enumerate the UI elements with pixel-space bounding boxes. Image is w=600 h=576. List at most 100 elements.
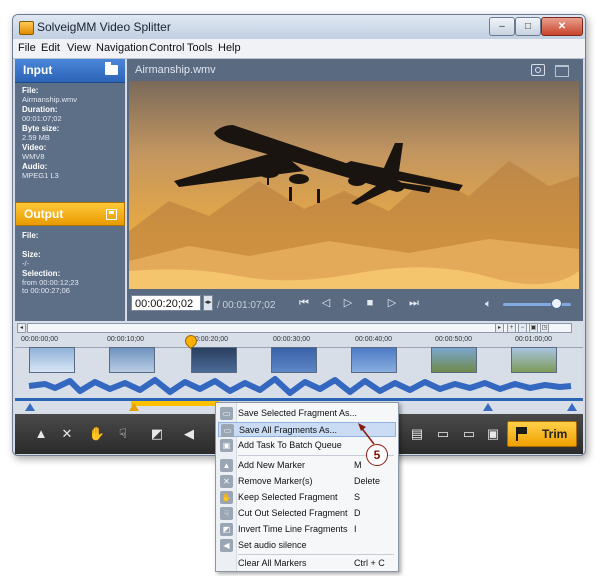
tick-label: 00:01:00;00 bbox=[515, 336, 552, 343]
thumbnail bbox=[191, 347, 237, 373]
timecode-spinner[interactable]: ◂▸ bbox=[203, 295, 213, 311]
remove-marker-icon[interactable]: ✕ bbox=[57, 424, 77, 444]
timeline-scroll-right[interactable]: ▸ bbox=[495, 323, 504, 333]
next-fragment-icon[interactable]: ⏭ bbox=[407, 297, 421, 309]
tick-label: 00:00:40;00 bbox=[355, 336, 392, 343]
timeline-scroll-left[interactable]: ◂ bbox=[17, 323, 26, 333]
info-panel: Input File: Airmanship.wmv Duration: 00:… bbox=[15, 59, 125, 321]
menu-item-label: Remove Marker(s) bbox=[238, 476, 313, 486]
thumbnail bbox=[351, 347, 397, 373]
marker[interactable] bbox=[129, 403, 139, 411]
batch-queue-icon: ▣ bbox=[220, 439, 233, 452]
fragment-track[interactable] bbox=[15, 398, 583, 401]
menu-control[interactable]: Control bbox=[149, 42, 184, 54]
cut-fragment-icon: ☟ bbox=[220, 507, 233, 520]
thumbnail bbox=[511, 347, 557, 373]
menu-item-keep-fragment[interactable]: ✋ Keep Selected Fragment S bbox=[218, 490, 396, 505]
menu-item-label: Cut Out Selected Fragment bbox=[238, 508, 348, 518]
add-marker-icon: ▲ bbox=[220, 459, 233, 472]
save-icon[interactable] bbox=[106, 209, 117, 220]
step-forward-icon[interactable]: ▷ bbox=[385, 297, 399, 309]
title-bar[interactable]: SolveigMM Video Splitter – □ ✕ bbox=[13, 15, 585, 39]
tick-label: 00:00:30;00 bbox=[273, 336, 310, 343]
flag-icon bbox=[516, 427, 527, 441]
menu-edit[interactable]: Edit bbox=[41, 42, 60, 54]
menu-item-label: Clear All Markers bbox=[238, 558, 307, 568]
thumbnail bbox=[29, 347, 75, 373]
video-preview[interactable] bbox=[129, 81, 579, 289]
audio-waveform[interactable] bbox=[15, 373, 575, 399]
timeline-scrollbar[interactable] bbox=[27, 323, 572, 333]
prev-fragment-icon[interactable]: ⏮ bbox=[297, 297, 311, 309]
remove-marker-icon: ✕ bbox=[220, 475, 233, 488]
trim-label: Trim bbox=[542, 427, 568, 441]
output-file-info: File: bbox=[22, 231, 38, 241]
menu-item-shortcut: Delete bbox=[354, 476, 381, 486]
snapshot-icon[interactable] bbox=[531, 64, 545, 76]
scene-icon[interactable]: ▤ bbox=[407, 424, 427, 444]
video-frame bbox=[129, 81, 579, 289]
menu-navigation[interactable]: Navigation bbox=[96, 42, 148, 54]
add-marker-icon[interactable]: ▲ bbox=[31, 424, 51, 444]
thumbnail bbox=[271, 347, 317, 373]
menu-help[interactable]: Help bbox=[218, 42, 241, 54]
output-size-info: Size: -/- bbox=[22, 250, 41, 268]
menu-item-label: Save Selected Fragment As... bbox=[238, 408, 358, 418]
keep-fragment-icon[interactable]: ✋ bbox=[87, 424, 107, 444]
menu-file[interactable]: File bbox=[18, 42, 36, 54]
cut-fragment-icon[interactable]: ☟ bbox=[113, 424, 133, 444]
close-button[interactable]: ✕ bbox=[541, 17, 583, 36]
window-title: SolveigMM Video Splitter bbox=[37, 20, 171, 34]
input-audio-info: Audio: MPEG1 L3 bbox=[22, 162, 59, 180]
marker[interactable] bbox=[483, 403, 493, 411]
step-back-icon[interactable]: ◁ bbox=[319, 297, 333, 309]
input-duration-info: Duration: 00:01:07;02 bbox=[22, 105, 62, 123]
menu-item-clear-markers[interactable]: Clear All Markers Ctrl + C bbox=[218, 556, 396, 571]
info-value: 2.59 MB bbox=[22, 132, 50, 142]
invert-fragments-icon[interactable]: ◩ bbox=[147, 424, 167, 444]
menu-item-invert-fragments[interactable]: ◩ Invert Time Line Fragments I bbox=[218, 522, 396, 537]
save-all-icon[interactable]: ▭ bbox=[459, 424, 479, 444]
minimize-button[interactable]: – bbox=[489, 17, 515, 36]
audio-silence-icon: ◀ bbox=[220, 539, 233, 552]
trash-icon[interactable] bbox=[555, 65, 569, 77]
zoom-full-icon[interactable]: ◳ bbox=[540, 323, 549, 333]
timecode-field[interactable]: 00:00:20;02 bbox=[131, 295, 201, 311]
menu-item-audio-silence[interactable]: ◀ Set audio silence bbox=[218, 538, 396, 553]
stop-icon[interactable]: ■ bbox=[363, 297, 377, 309]
menu-tools[interactable]: Tools bbox=[187, 42, 213, 54]
menu-item-shortcut: D bbox=[354, 508, 361, 518]
save-fragment-icon: ▭ bbox=[220, 407, 233, 420]
menu-item-shortcut: I bbox=[354, 524, 357, 534]
zoom-fit-icon[interactable]: ▣ bbox=[529, 323, 538, 333]
video-panel: Airmanship.wmv 00:00:20;02 ◂▸ / 00:01:07… bbox=[127, 59, 583, 321]
menu-item-label: Add New Marker bbox=[238, 460, 306, 470]
volume-icon[interactable]: 🔈︎ bbox=[485, 298, 492, 311]
trim-button[interactable]: Trim bbox=[507, 421, 577, 447]
info-value: 00:01:07;02 bbox=[22, 113, 62, 123]
audio-silence-icon[interactable]: ◀ bbox=[179, 424, 199, 444]
input-file-info: File: Airmanship.wmv bbox=[22, 86, 78, 104]
batch-queue-icon[interactable]: ▣ bbox=[483, 424, 503, 444]
menu-bar: File Edit View Navigation Control Tools … bbox=[13, 39, 585, 59]
zoom-out-icon[interactable]: − bbox=[518, 323, 527, 333]
selected-fragment[interactable] bbox=[131, 401, 219, 406]
menu-item-cut-fragment[interactable]: ☟ Cut Out Selected Fragment D bbox=[218, 506, 396, 521]
info-value: Airmanship.wmv bbox=[22, 94, 78, 104]
menu-item-shortcut: S bbox=[354, 492, 361, 502]
output-header[interactable]: Output bbox=[15, 202, 125, 226]
save-fragment-icon[interactable]: ▭ bbox=[433, 424, 453, 444]
timeline-panel: ◂ ▸ + − ▣ ◳ 00:00:00;00 00:00:10;00 00:0… bbox=[15, 321, 583, 413]
marker[interactable] bbox=[567, 403, 577, 411]
video-filename: Airmanship.wmv bbox=[135, 64, 216, 76]
marker[interactable] bbox=[25, 403, 35, 411]
zoom-in-icon[interactable]: + bbox=[507, 323, 516, 333]
input-header[interactable]: Input bbox=[15, 59, 125, 83]
menu-item-label: Invert Time Line Fragments bbox=[238, 524, 348, 534]
play-icon[interactable]: ▷ bbox=[341, 297, 355, 309]
volume-knob[interactable] bbox=[551, 298, 562, 309]
open-folder-icon[interactable] bbox=[105, 62, 118, 75]
maximize-button[interactable]: □ bbox=[515, 17, 541, 36]
menu-item-remove-marker[interactable]: ✕ Remove Marker(s) Delete bbox=[218, 474, 396, 489]
menu-view[interactable]: View bbox=[67, 42, 91, 54]
